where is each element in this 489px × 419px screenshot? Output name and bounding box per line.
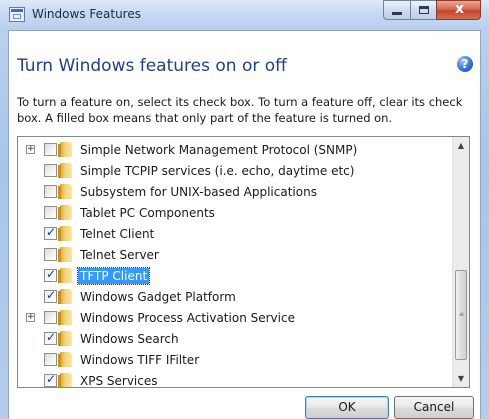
- feature-row[interactable]: ✓ Windows Gadget Platform: [18, 287, 452, 308]
- help-icon[interactable]: ?: [457, 56, 473, 72]
- folder-icon: [58, 373, 72, 387]
- feature-checkbox[interactable]: ✓: [44, 330, 57, 345]
- maximize-icon: [419, 6, 429, 14]
- feature-row[interactable]: Tablet PC Components: [18, 203, 452, 224]
- instructions-text: To turn a feature on, select its check b…: [17, 95, 463, 125]
- feature-checkbox[interactable]: ✓: [44, 225, 57, 240]
- folder-icon: [58, 352, 72, 367]
- folder-icon: [58, 289, 72, 304]
- folder-icon: [58, 205, 72, 220]
- feature-checkbox[interactable]: [44, 185, 57, 198]
- feature-label[interactable]: Subsystem for UNIX-based Applications: [78, 184, 319, 200]
- folder-icon: [58, 331, 72, 346]
- checkmark-icon: ✓: [46, 330, 57, 344]
- folder-icon: [58, 247, 72, 262]
- feature-checkbox[interactable]: ✓: [44, 267, 57, 282]
- feature-label[interactable]: Telnet Server: [78, 247, 161, 263]
- title-bar[interactable]: Windows Features x: [0, 0, 489, 30]
- feature-checkbox[interactable]: [44, 206, 57, 219]
- feature-row[interactable]: ✓ Windows Search: [18, 329, 452, 350]
- feature-row[interactable]: ✓ Telnet Client: [18, 224, 452, 245]
- feature-row[interactable]: ✓ TFTP Client: [18, 266, 452, 287]
- close-button[interactable]: x: [436, 0, 481, 20]
- close-icon: x: [454, 1, 465, 17]
- feature-checkbox[interactable]: [44, 248, 57, 261]
- scroll-down-arrow-icon[interactable]: ▼: [453, 370, 469, 387]
- feature-checkbox[interactable]: [44, 311, 57, 324]
- feature-row[interactable]: Simple TCPIP services (i.e. echo, daytim…: [18, 161, 452, 182]
- checkmark-icon: ✓: [46, 372, 57, 386]
- scrollbar-thumb[interactable]: ≡: [455, 270, 467, 360]
- features-tree[interactable]: ✓ XPS Services Windows TIFF IFilter ✓ Window…: [17, 136, 470, 388]
- expand-plus-icon[interactable]: +: [26, 145, 35, 154]
- feature-row[interactable]: ✓ XPS Services: [18, 371, 452, 387]
- grip-icon: ≡: [459, 311, 465, 318]
- feature-label[interactable]: Windows TIFF IFilter: [78, 352, 201, 368]
- minimize-button[interactable]: [383, 0, 410, 20]
- folder-icon: [58, 184, 72, 199]
- ok-button[interactable]: OK: [305, 396, 389, 419]
- feature-label[interactable]: Windows Search: [78, 331, 181, 347]
- caption-buttons: x: [383, 0, 481, 20]
- feature-label[interactable]: TFTP Client: [76, 267, 151, 285]
- window-title: Windows Features: [32, 7, 141, 21]
- feature-checkbox[interactable]: ✓: [44, 372, 57, 387]
- folder-icon: [58, 268, 72, 283]
- folder-icon: [58, 310, 72, 325]
- feature-label[interactable]: XPS Services: [78, 373, 160, 387]
- feature-label[interactable]: Simple TCPIP services (i.e. echo, daytim…: [78, 163, 356, 179]
- folder-icon: [58, 163, 72, 178]
- feature-checkbox[interactable]: ✓: [44, 288, 57, 303]
- checkmark-icon: ✓: [46, 225, 57, 239]
- cancel-button[interactable]: Cancel: [394, 396, 474, 419]
- expand-plus-icon[interactable]: +: [26, 313, 35, 322]
- feature-row[interactable]: + Windows Process Activation Service: [18, 308, 452, 329]
- folder-icon: [58, 226, 72, 241]
- windows-features-app-icon: [9, 7, 25, 22]
- minimize-icon: [392, 12, 402, 15]
- checkmark-icon: ✓: [46, 288, 57, 302]
- folder-icon: [58, 142, 72, 157]
- feature-label[interactable]: Tablet PC Components: [78, 205, 217, 221]
- feature-row[interactable]: Windows TIFF IFilter: [18, 350, 452, 371]
- feature-row[interactable]: Telnet Server: [18, 245, 452, 266]
- feature-checkbox[interactable]: [44, 164, 57, 177]
- checkmark-icon: ✓: [46, 267, 57, 281]
- feature-row[interactable]: + Simple Network Management Protocol (SNM…: [18, 140, 452, 161]
- feature-checkbox[interactable]: [44, 143, 57, 156]
- vertical-scrollbar[interactable]: ▲ ≡ ▼: [452, 137, 469, 387]
- feature-checkbox[interactable]: [44, 353, 57, 366]
- feature-label[interactable]: Telnet Client: [78, 226, 156, 242]
- page-title: Turn Windows features on or off: [17, 56, 287, 76]
- maximize-button[interactable]: [410, 0, 436, 20]
- feature-label[interactable]: Simple Network Management Protocol (SNMP…: [78, 142, 359, 158]
- feature-label[interactable]: Windows Process Activation Service: [78, 310, 297, 326]
- feature-label[interactable]: Windows Gadget Platform: [78, 289, 238, 305]
- scroll-up-arrow-icon[interactable]: ▲: [453, 137, 469, 154]
- feature-row[interactable]: Subsystem for UNIX-based Applications: [18, 182, 452, 203]
